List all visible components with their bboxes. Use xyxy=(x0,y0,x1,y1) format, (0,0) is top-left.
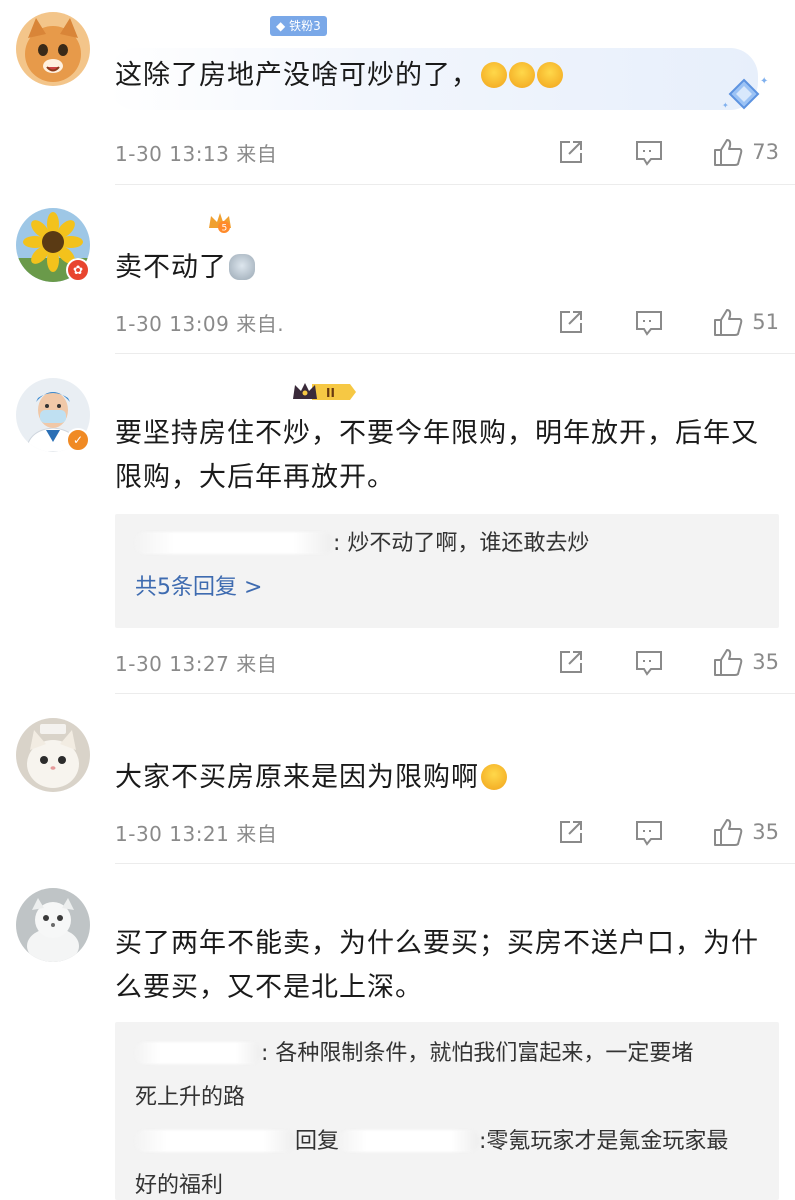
like-button[interactable]: 51 xyxy=(712,307,779,337)
comment-icon xyxy=(636,141,663,166)
verified-badge-icon: ✓ xyxy=(66,428,90,452)
comment-meta: 1-30 13:09 来自. 51 xyxy=(115,302,779,342)
like-button[interactable]: 73 xyxy=(712,137,779,167)
blurred-username xyxy=(135,1130,295,1152)
like-count: 35 xyxy=(752,650,779,674)
comment-button[interactable] xyxy=(634,307,664,337)
like-count: 73 xyxy=(752,140,779,164)
comment-button[interactable] xyxy=(634,647,664,677)
comment-text: 大家不买房原来是因为限购啊 xyxy=(115,756,773,800)
white-cat-avatar-image xyxy=(16,718,90,792)
share-button[interactable] xyxy=(556,817,586,847)
comment-icon xyxy=(636,821,663,846)
reply-preview-line: 死上升的路 xyxy=(135,1085,246,1110)
like-icon xyxy=(714,139,743,166)
share-icon xyxy=(560,821,583,843)
reply-preview-box[interactable]: : 各种限制条件，就怕我们富起来，一定要堵 死上升的路 回复:零氪玩家才是氪金玩… xyxy=(115,1022,779,1200)
share-icon xyxy=(560,651,583,673)
comment-text: 要坚持房住不炒，不要今年限购，明年放开，后年又 限购，大后年再放开。 xyxy=(115,418,759,493)
comment-item: ◆ 铁粉3 这除了房地产没啥可炒的了， ✦ ✦ 1-30 13:13 来自 73 xyxy=(0,0,795,186)
robot-emoji-icon xyxy=(229,254,255,280)
timestamp: 1-30 13:21 来自 xyxy=(115,821,278,846)
avatar[interactable] xyxy=(16,718,90,792)
comment-meta: 1-30 13:13 来自 73 xyxy=(115,132,779,172)
reply-preview-line: : 炒不动了啊，谁还敢去炒 xyxy=(115,522,779,566)
timestamp: 1-30 13:13 来自 xyxy=(115,141,278,166)
blurred-username xyxy=(339,1130,480,1152)
timestamp: 1-30 13:27 来自 xyxy=(115,651,278,676)
avatar[interactable] xyxy=(16,12,90,86)
vip-crown-badge-icon: II xyxy=(293,383,356,400)
blurred-username xyxy=(135,532,333,554)
laughing-emoji-icon xyxy=(479,60,563,91)
diamond-icon: ◆ xyxy=(276,19,286,33)
like-icon xyxy=(714,819,743,846)
avatar[interactable] xyxy=(16,888,90,962)
comment-text: 买了两年不能卖，为什么要买；买房不送户口，为什 么要买，又不是北上深。 xyxy=(115,928,759,1003)
comment-text: 这除了房地产没啥可炒的了， xyxy=(115,54,773,98)
reply-preview-line: 好的福利 xyxy=(135,1173,224,1198)
verified-badge-icon: ✿ xyxy=(66,258,90,282)
comment-button[interactable] xyxy=(634,137,664,167)
svg-text:✦: ✦ xyxy=(722,101,729,110)
blurred-username xyxy=(135,1042,261,1064)
comment-button[interactable] xyxy=(634,817,664,847)
action-bar: 35 xyxy=(508,817,779,847)
share-button[interactable] xyxy=(556,647,586,677)
comment-item: 大家不买房原来是因为限购啊 1-30 13:21 来自 35 xyxy=(0,694,795,864)
divider xyxy=(115,184,795,185)
action-bar: 51 xyxy=(508,307,779,337)
svg-text:II: II xyxy=(326,386,335,400)
timestamp: 1-30 13:09 来自. xyxy=(115,311,285,336)
comment-meta: 1-30 13:21 来自 35 xyxy=(115,812,779,852)
thinking-emoji-icon xyxy=(481,764,507,790)
action-bar: 35 xyxy=(508,647,779,677)
snowman-avatar-image xyxy=(16,888,90,962)
like-count: 35 xyxy=(752,820,779,844)
like-icon xyxy=(714,649,743,676)
reply-preview-line: 回复:零氪玩家才是氪金玩家最 xyxy=(115,1120,779,1164)
comment-icon xyxy=(636,651,663,676)
share-button[interactable] xyxy=(556,307,586,337)
like-button[interactable]: 35 xyxy=(712,647,779,677)
sparkle-diamond-icon: ✦ ✦ xyxy=(722,76,768,110)
comment-item: ✓ II 要坚持房住不炒，不要今年限购，明年放开，后年又 限购，大后年再放开。 … xyxy=(0,354,795,694)
reply-preview-box[interactable]: : 炒不动了啊，谁还敢去炒 共5条回复 > xyxy=(115,514,779,628)
comment-text: 卖不动了 xyxy=(115,246,773,290)
comment-item: ✿ 5 卖不动了 1-30 13:09 来自. 51 xyxy=(0,186,795,354)
like-count: 51 xyxy=(752,310,779,334)
like-button[interactable]: 35 xyxy=(712,817,779,847)
fan-level-badge: ◆ 铁粉3 xyxy=(270,16,327,36)
reply-preview-line: : 各种限制条件，就怕我们富起来，一定要堵 xyxy=(115,1032,779,1076)
share-icon xyxy=(560,141,583,163)
action-bar: 73 xyxy=(508,137,779,167)
like-icon xyxy=(714,309,743,336)
svg-text:✦: ✦ xyxy=(760,76,768,87)
comment-item: 买了两年不能卖，为什么要买；买房不送户口，为什 么要买，又不是北上深。 : 各种… xyxy=(0,864,795,1200)
cat-avatar-image xyxy=(16,12,90,86)
share-button[interactable] xyxy=(556,137,586,167)
comment-icon xyxy=(636,311,663,336)
view-all-replies-link[interactable]: 共5条回复 > xyxy=(115,566,779,610)
crown-badge-icon: 5 xyxy=(209,213,231,234)
comment-meta: 1-30 13:27 来自 35 xyxy=(115,642,779,682)
share-icon xyxy=(560,311,583,333)
svg-text:5: 5 xyxy=(222,224,228,234)
